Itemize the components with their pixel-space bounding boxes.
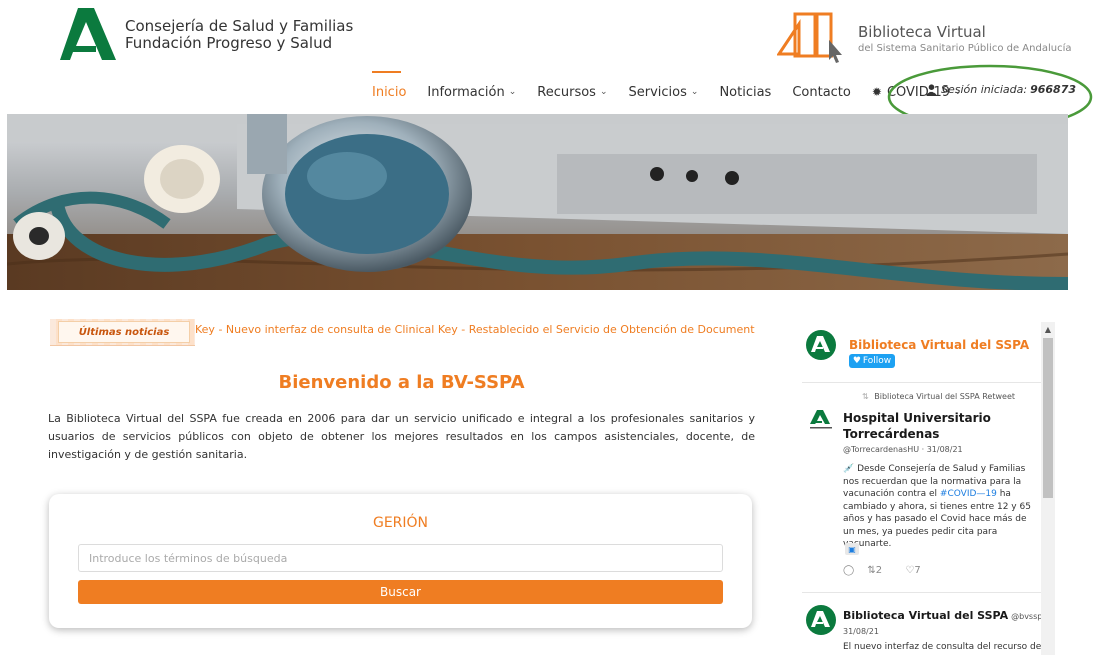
reply-icon[interactable]: ◯ bbox=[843, 565, 854, 576]
follow-label: Follow bbox=[862, 356, 892, 366]
tweet-author-line2: Torrecárdenas bbox=[843, 427, 940, 441]
search-button[interactable]: Buscar bbox=[78, 580, 723, 604]
nav-label: Información bbox=[427, 84, 505, 100]
news-ticker[interactable]: Key - Nuevo interfaz de consulta de Clin… bbox=[195, 323, 755, 336]
bv-subtitle: del Sistema Sanitario Público de Andaluc… bbox=[858, 43, 1072, 54]
latest-news-label: Últimas noticias bbox=[58, 321, 190, 343]
retweet-count: 2 bbox=[875, 565, 883, 576]
chevron-down-icon: ⌄ bbox=[599, 87, 608, 97]
nav-item-informacion[interactable]: Información ⌄ bbox=[427, 85, 516, 100]
nav-label: Contacto bbox=[792, 84, 851, 100]
hero-banner-image bbox=[7, 114, 1068, 290]
organization-name: Consejería de Salud y Familias Fundación… bbox=[125, 18, 353, 52]
session-id: 966873 bbox=[1030, 83, 1077, 96]
nav-label: Noticias bbox=[719, 84, 772, 100]
twitter-follow-button[interactable]: ♥ Follow bbox=[849, 354, 895, 368]
twitter-account-name[interactable]: Biblioteca Virtual del SSPA bbox=[849, 338, 1029, 352]
nav-item-servicios[interactable]: Servicios ⌄ bbox=[629, 85, 699, 100]
tweet-author-name: Biblioteca Virtual del SSPA bbox=[843, 609, 1009, 622]
nav-item-recursos[interactable]: Recursos ⌄ bbox=[537, 85, 607, 100]
chevron-down-icon: ⌄ bbox=[508, 87, 517, 97]
main-nav: Inicio Información ⌄ Recursos ⌄ Servicio… bbox=[372, 70, 983, 102]
tweet-text: El nuevo interfaz de consulta del recurs… bbox=[843, 642, 1042, 652]
user-icon bbox=[926, 83, 937, 96]
tweet-handle-date[interactable]: @TorrecardenasHU · 31/08/21 bbox=[843, 445, 963, 454]
retweet-icon: ⇅ bbox=[862, 392, 869, 401]
session-label: Sesión iniciada: bbox=[941, 83, 1028, 96]
biblioteca-virtual-logo[interactable] bbox=[777, 10, 849, 66]
retweet-action[interactable]: ⇅2 bbox=[867, 565, 892, 576]
org-name-line1: Consejería de Salud y Familias bbox=[125, 17, 354, 35]
bvsspa-avatar[interactable] bbox=[806, 605, 836, 635]
retweet-note: ⇅ Biblioteca Virtual del SSPA Retweet bbox=[862, 392, 1015, 401]
tweet-author[interactable]: Hospital Universitario Torrecárdenas bbox=[843, 410, 993, 442]
bv-title: Biblioteca Virtual bbox=[858, 23, 986, 41]
tweet-actions: ◯ ⇅2 ♡7 bbox=[843, 565, 941, 576]
divider bbox=[802, 592, 1042, 593]
session-indicator[interactable]: Sesión iniciada: 966873 bbox=[926, 83, 1076, 96]
tweet-author[interactable]: Biblioteca Virtual del SSPA @bvsspa · bbox=[843, 609, 1052, 622]
tweet-hashtag[interactable]: #COVID—19 bbox=[940, 489, 997, 499]
twitter-bird-icon: ♥ bbox=[852, 356, 861, 366]
org-name-line2: Fundación Progreso y Salud bbox=[125, 34, 333, 52]
hospital-logo[interactable] bbox=[808, 408, 834, 432]
tweet-date[interactable]: 31/08/21 bbox=[843, 627, 879, 636]
intro-paragraph: La Biblioteca Virtual del SSPA fue cread… bbox=[48, 412, 755, 461]
scroll-up-icon[interactable]: ▲ bbox=[1041, 322, 1055, 336]
search-input[interactable] bbox=[78, 544, 723, 572]
image-icon[interactable]: ▣ bbox=[845, 543, 859, 555]
bvsspa-avatar[interactable] bbox=[806, 330, 836, 360]
like-action[interactable]: ♡7 bbox=[905, 565, 930, 576]
nav-item-contacto[interactable]: Contacto bbox=[792, 85, 851, 100]
junta-andalucia-logo[interactable] bbox=[60, 8, 118, 60]
tweet-text: 💉 Desde Consejería de Salud y Familias n… bbox=[843, 463, 1039, 551]
divider bbox=[802, 382, 1042, 383]
welcome-title: Bienvenido a la BV-SSPA bbox=[278, 372, 525, 393]
nav-label: Inicio bbox=[372, 84, 407, 100]
nav-item-noticias[interactable]: Noticias bbox=[719, 85, 771, 100]
tweet-author-line1: Hospital Universitario bbox=[843, 411, 991, 425]
nav-item-inicio[interactable]: Inicio bbox=[372, 70, 407, 100]
retweet-text: Biblioteca Virtual del SSPA Retweet bbox=[874, 392, 1015, 401]
like-count: 7 bbox=[914, 565, 921, 576]
scrollbar-thumb[interactable] bbox=[1043, 338, 1053, 498]
nav-label: Recursos bbox=[537, 84, 596, 100]
gear-icon: ✹ bbox=[871, 85, 882, 99]
search-title: GERIÓN bbox=[372, 515, 429, 531]
nav-label: Servicios bbox=[628, 84, 687, 100]
chevron-down-icon: ⌄ bbox=[690, 87, 699, 97]
